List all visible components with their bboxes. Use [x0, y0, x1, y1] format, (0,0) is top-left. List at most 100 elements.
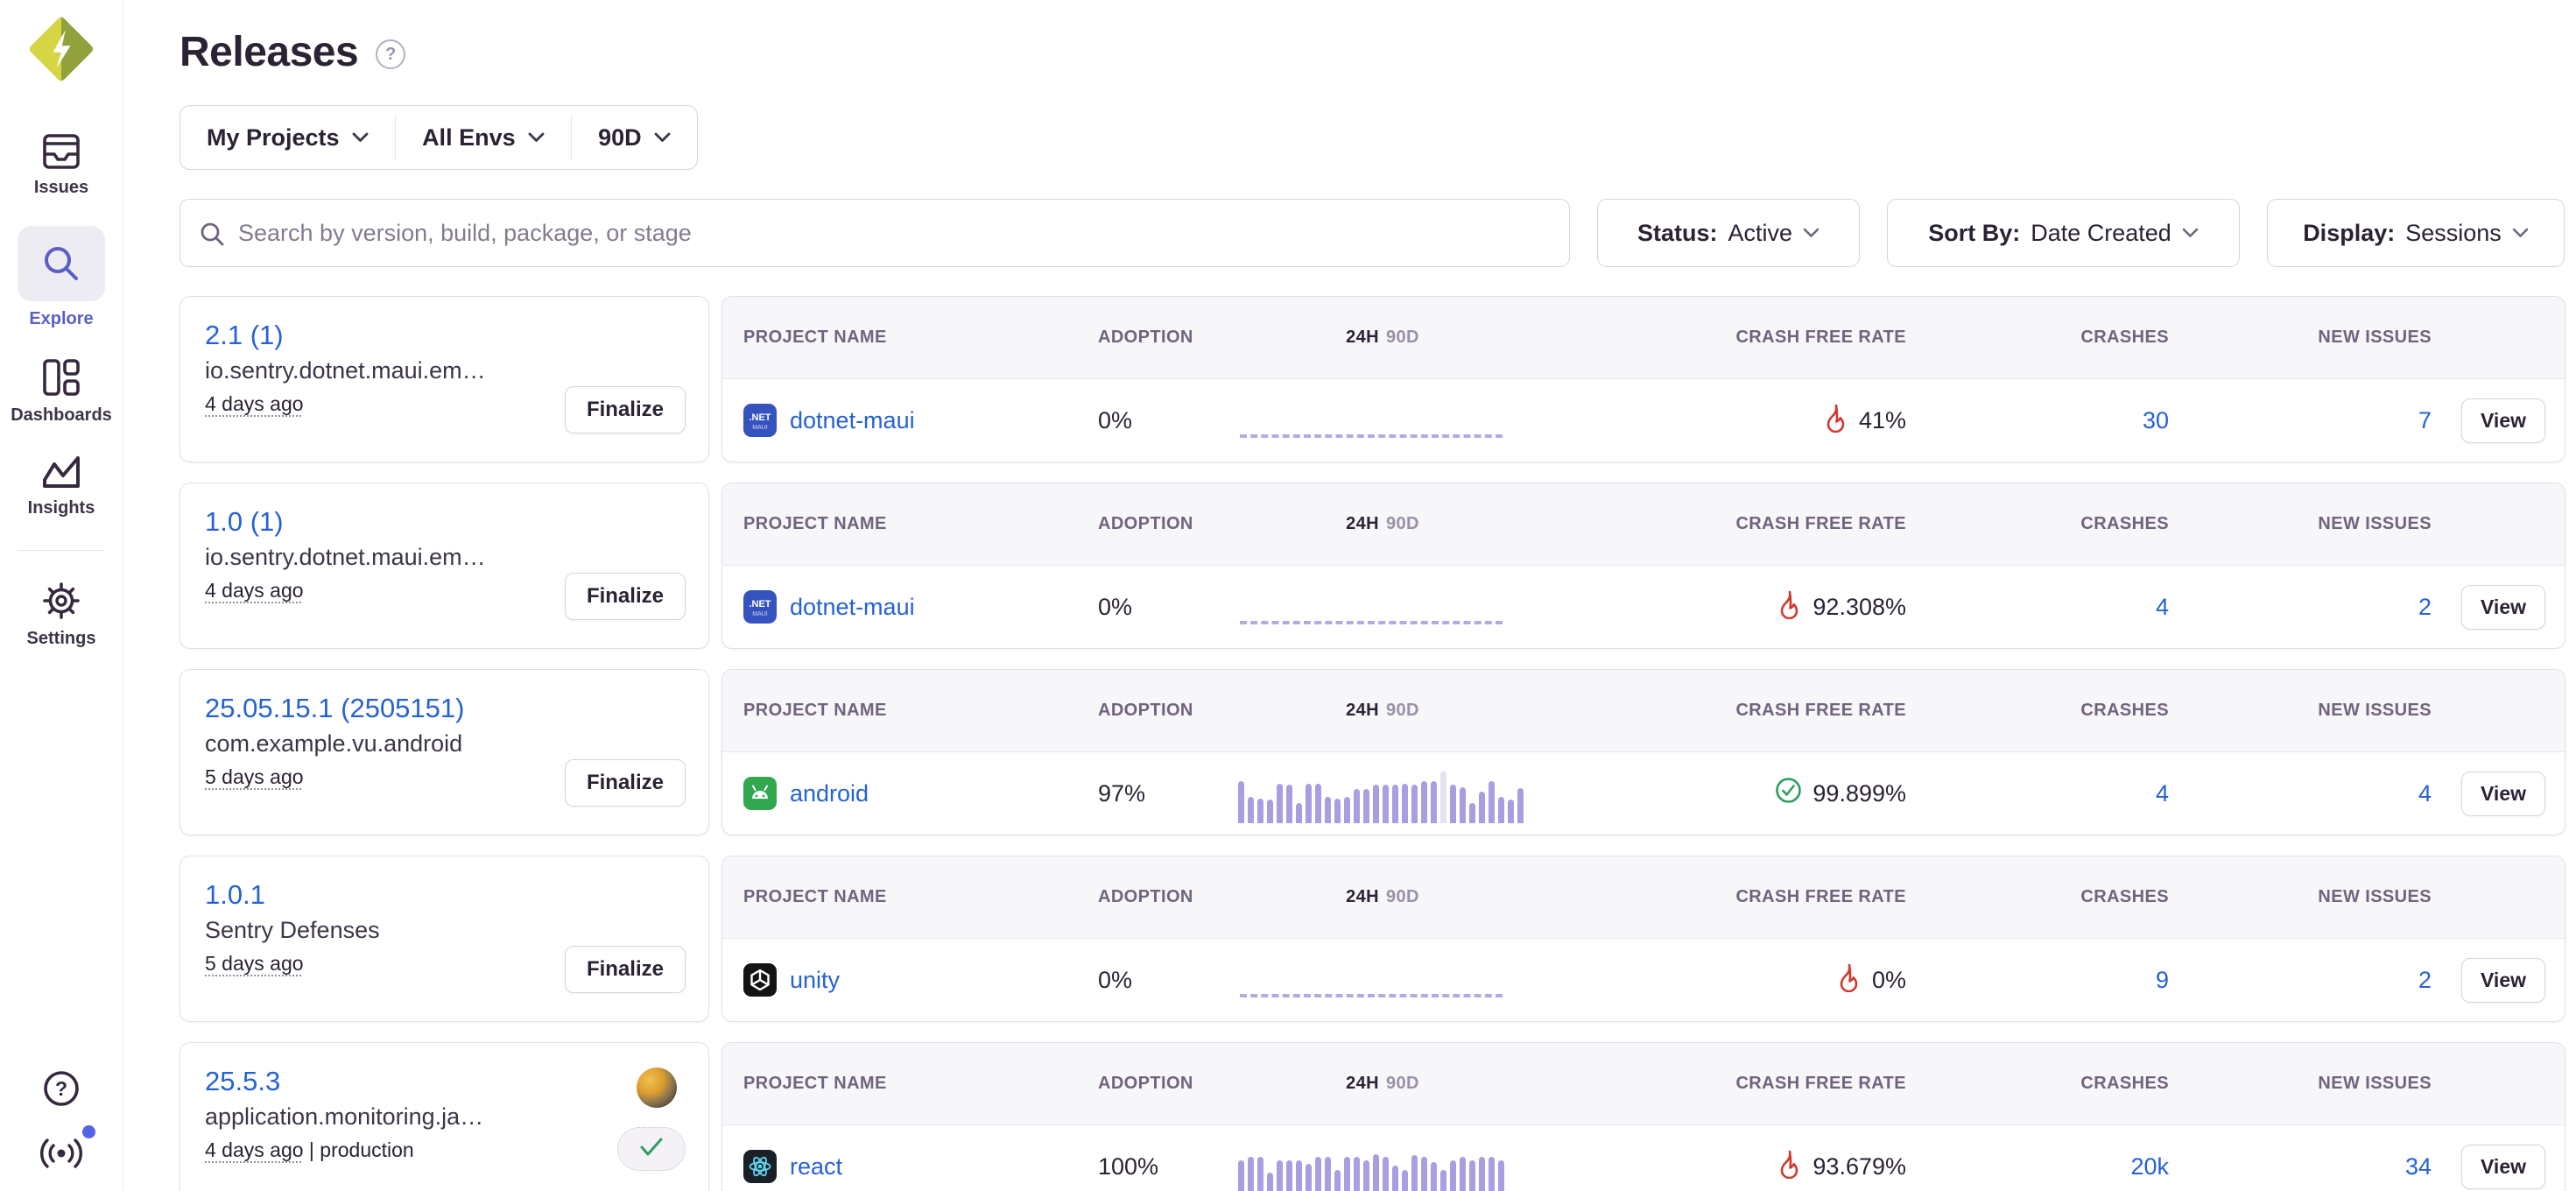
- new-issues-cell: 4: [2169, 780, 2432, 807]
- finalize-button[interactable]: Finalize: [565, 573, 686, 620]
- chart-bar: [1460, 787, 1466, 823]
- view-button[interactable]: View: [2461, 585, 2545, 630]
- release-row: 1.0.1 Sentry Defenses 5 days ago Finaliz…: [179, 856, 2565, 1022]
- new-issues-link[interactable]: 2: [2418, 967, 2432, 993]
- sidebar-item-settings[interactable]: Settings: [27, 581, 96, 649]
- toggle-24h[interactable]: 24H: [1346, 887, 1379, 906]
- release-version-link[interactable]: 1.0 (1): [205, 506, 284, 538]
- display-label: Display:: [2303, 220, 2395, 247]
- release-version-link[interactable]: 1.0.1: [205, 879, 265, 911]
- crashes-link[interactable]: 4: [2156, 594, 2169, 620]
- crashes-cell: 30: [1906, 407, 2169, 434]
- svg-text:MAUI: MAUI: [752, 425, 768, 431]
- toggle-90d[interactable]: 90D: [1386, 514, 1419, 533]
- project-link[interactable]: android: [790, 780, 869, 807]
- project-link[interactable]: dotnet-maui: [790, 407, 915, 434]
- status-dropdown[interactable]: Status: Active: [1597, 199, 1860, 267]
- crash-free-rate-cell: 41%: [1527, 403, 1906, 439]
- sidebar-item-explore[interactable]: Explore: [18, 226, 105, 329]
- display-dropdown[interactable]: Display: Sessions: [2267, 199, 2565, 267]
- display-value: Sessions: [2405, 220, 2502, 247]
- new-issues-link[interactable]: 7: [2418, 407, 2432, 433]
- release-time-link[interactable]: 4 days ago: [205, 1138, 304, 1161]
- crashes-link[interactable]: 9: [2156, 967, 2169, 993]
- crashes-link[interactable]: 30: [2143, 407, 2169, 433]
- chevron-down-icon: [2182, 228, 2199, 238]
- sort-by-dropdown[interactable]: Sort By: Date Created: [1887, 199, 2240, 267]
- adoption-header: ADOPTION: [1098, 887, 1238, 907]
- view-button[interactable]: View: [2461, 772, 2545, 816]
- sessions-sparkline[interactable]: [1238, 939, 1527, 1022]
- finalize-button[interactable]: Finalize: [565, 759, 686, 807]
- sessions-sparkline[interactable]: [1238, 752, 1527, 835]
- release-time-link[interactable]: 5 days ago: [205, 765, 304, 788]
- view-button[interactable]: View: [2461, 398, 2545, 443]
- page-header: Releases ?: [179, 25, 2565, 79]
- finalize-button[interactable]: Finalize: [565, 946, 686, 993]
- finalize-button[interactable]: Finalize: [565, 386, 686, 433]
- project-link[interactable]: react: [790, 1153, 842, 1180]
- sidebar-item-issues[interactable]: Issues: [34, 133, 88, 198]
- release-table-card: PROJECT NAME ADOPTION 24H90D CRASH FREE …: [721, 1042, 2565, 1191]
- new-issues-link[interactable]: 34: [2405, 1153, 2432, 1180]
- release-version-link[interactable]: 25.5.3: [205, 1066, 280, 1097]
- crashes-link[interactable]: 4: [2156, 780, 2169, 807]
- view-cell: View: [2432, 398, 2545, 443]
- sessions-sparkline[interactable]: [1238, 1125, 1527, 1191]
- view-button[interactable]: View: [2461, 958, 2545, 1003]
- project-link[interactable]: dotnet-maui: [790, 594, 915, 621]
- sessions-sparkline[interactable]: [1238, 566, 1527, 649]
- adoption-header: ADOPTION: [1098, 514, 1238, 534]
- chart-bar: [1440, 772, 1446, 822]
- project-link[interactable]: unity: [790, 967, 840, 994]
- chart-bar: [1257, 799, 1263, 823]
- sidebar-nav: Issues Explore: [0, 133, 123, 677]
- view-button[interactable]: View: [2461, 1145, 2545, 1189]
- chevron-down-icon: [352, 132, 369, 143]
- whats-new-button[interactable]: [39, 1136, 83, 1175]
- project-name-header: PROJECT NAME: [743, 328, 1098, 348]
- crashes-link[interactable]: 20k: [2130, 1153, 2169, 1180]
- chart-period-toggle: 24H 90D: [1238, 1074, 1527, 1094]
- crashes-cell: 20k: [1906, 1153, 2169, 1180]
- release-package: io.sentry.dotnet.maui.em…: [205, 544, 573, 571]
- release-time-link[interactable]: 4 days ago: [205, 392, 304, 415]
- toggle-24h[interactable]: 24H: [1346, 328, 1379, 347]
- toggle-24h[interactable]: 24H: [1346, 514, 1379, 533]
- release-version-link[interactable]: 25.05.15.1 (2505151): [205, 693, 464, 724]
- new-issues-link[interactable]: 2: [2418, 594, 2432, 620]
- release-time-link[interactable]: 5 days ago: [205, 952, 304, 975]
- finalized-check-pill[interactable]: [617, 1127, 686, 1171]
- sidebar-item-dashboards[interactable]: Dashboards: [11, 357, 112, 426]
- release-time-link[interactable]: 4 days ago: [205, 579, 304, 602]
- question-circle-icon[interactable]: ?: [376, 39, 405, 69]
- toggle-90d[interactable]: 90D: [1386, 328, 1419, 347]
- chart-bar: [1248, 797, 1254, 823]
- environment-filter-dropdown[interactable]: All Envs: [396, 106, 571, 169]
- date-range-dropdown[interactable]: 90D: [572, 106, 697, 169]
- toggle-24h[interactable]: 24H: [1346, 701, 1379, 720]
- help-icon[interactable]: ?: [41, 1068, 81, 1113]
- release-table-header: PROJECT NAME ADOPTION 24H90D CRASH FREE …: [722, 670, 2565, 752]
- release-owner-avatar[interactable]: [637, 1068, 677, 1108]
- svg-text:MAUI: MAUI: [752, 611, 768, 617]
- sessions-sparkline[interactable]: [1238, 379, 1527, 462]
- sidebar-item-insights[interactable]: Insights: [28, 454, 95, 518]
- toggle-24h[interactable]: 24H: [1346, 1074, 1379, 1093]
- project-filter-dropdown[interactable]: My Projects: [180, 106, 395, 169]
- sentry-org-avatar[interactable]: [26, 14, 96, 84]
- search-input[interactable]: [179, 199, 1570, 267]
- new-issues-link[interactable]: 4: [2418, 780, 2432, 807]
- chart-bar: [1277, 1160, 1283, 1191]
- toggle-90d[interactable]: 90D: [1386, 887, 1419, 906]
- toggle-90d[interactable]: 90D: [1386, 1074, 1419, 1093]
- crashes-header: CRASHES: [1906, 1074, 2169, 1094]
- fire-icon: [1776, 1149, 1802, 1185]
- dotnet-maui-icon: .NETMAUI: [743, 404, 777, 437]
- project-cell: .NETMAUI dotnet-maui: [743, 404, 1098, 437]
- project-filter-label: My Projects: [207, 124, 340, 152]
- chart-bar: [1498, 797, 1504, 822]
- toggle-90d[interactable]: 90D: [1386, 701, 1419, 720]
- empty-sessions-dashed-line: [1240, 621, 1503, 624]
- release-version-link[interactable]: 2.1 (1): [205, 320, 284, 351]
